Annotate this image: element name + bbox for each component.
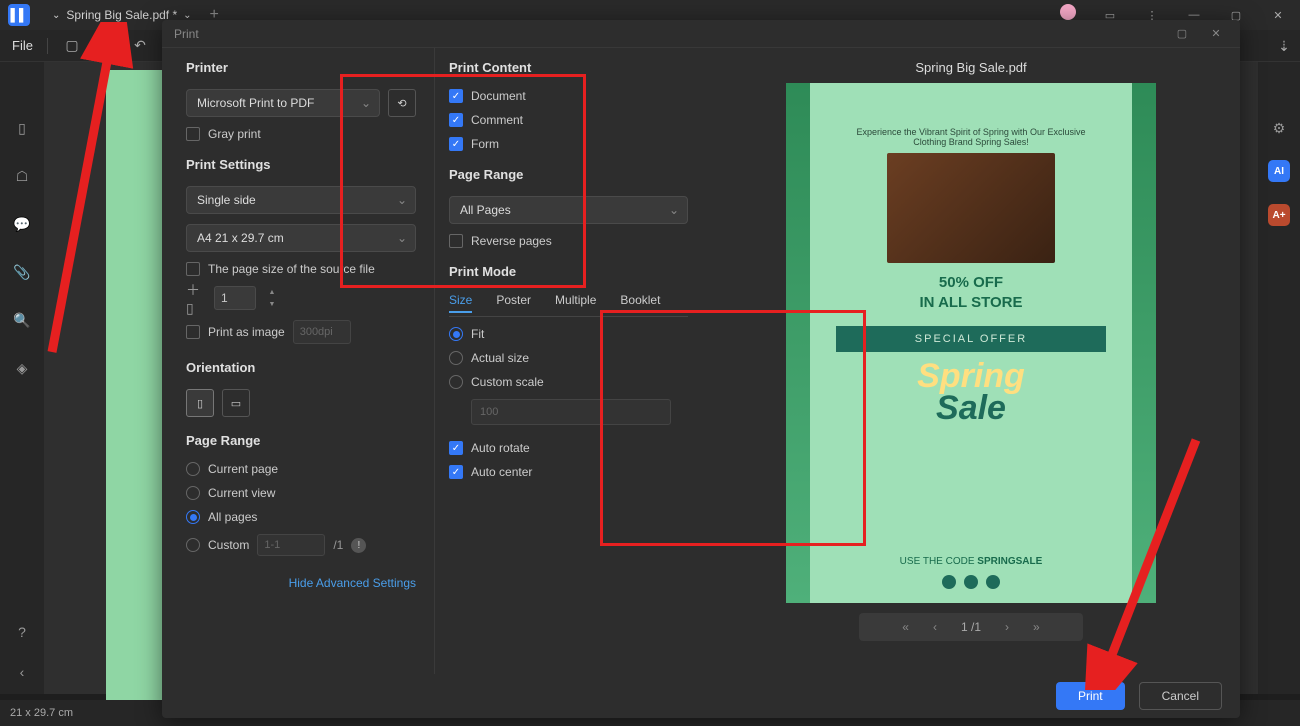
copies-icon: ＋▯: [186, 288, 206, 308]
document-icon[interactable]: ▯: [12, 118, 32, 138]
page-dimensions: 21 x 29.7 cm: [10, 707, 73, 719]
range-current-view-radio[interactable]: Current view: [186, 486, 416, 500]
dialog-maximize-button[interactable]: ▢: [1170, 24, 1194, 44]
properties-icon[interactable]: ⚙: [1269, 118, 1289, 138]
preview-offer-band: SPECIAL OFFER: [836, 326, 1106, 352]
copies-down-button[interactable]: ▼: [264, 298, 280, 310]
page-range-select[interactable]: All Pages: [449, 196, 688, 224]
preview-headline: Spring Sale: [917, 360, 1025, 425]
print-as-image-checkbox[interactable]: Print as image: [186, 325, 285, 339]
attachment-icon[interactable]: 📎: [12, 262, 32, 282]
twitter-icon: [986, 575, 1000, 589]
page-range-mid-title: Page Range: [449, 167, 688, 182]
mode-tab-size[interactable]: Size: [449, 293, 472, 313]
preview-page-nav: « ‹ 1 /1 › »: [859, 613, 1083, 641]
mode-tab-multiple[interactable]: Multiple: [555, 293, 596, 313]
preview-tagline: Experience the Vibrant Spirit of Spring …: [851, 127, 1091, 147]
collapse-icon[interactable]: ‹: [12, 662, 32, 682]
mode-fit-radio[interactable]: Fit: [449, 327, 688, 341]
layers-icon[interactable]: ◈: [12, 358, 32, 378]
auto-rotate-checkbox[interactable]: ✓Auto rotate: [449, 441, 688, 455]
print-settings-title: Print Settings: [186, 157, 416, 172]
nav-next-button[interactable]: ›: [1005, 620, 1009, 634]
right-rail: ⚙ AI A+: [1258, 62, 1300, 694]
print-preview-pane: Spring Big Sale.pdf Experience the Vibra…: [702, 48, 1240, 674]
ai-badge-icon[interactable]: AI: [1268, 160, 1290, 182]
chevron-down-icon: ⌄: [52, 10, 60, 21]
print-settings-left: Printer Microsoft Print to PDF ⟲ Gray pr…: [162, 48, 434, 674]
dialog-header: Print ▢ ✕: [162, 20, 1240, 48]
user-avatar[interactable]: [1060, 4, 1076, 20]
file-menu[interactable]: File: [12, 38, 33, 53]
facebook-icon: [964, 575, 978, 589]
help-icon[interactable]: ?: [12, 622, 32, 642]
save-icon[interactable]: ▢: [62, 36, 82, 56]
advanced-settings-link[interactable]: Hide Advanced Settings: [186, 576, 416, 590]
print-icon[interactable]: ⎙: [96, 36, 116, 56]
bookmark-icon[interactable]: ☖: [12, 166, 32, 186]
mode-tab-booklet[interactable]: Booklet: [620, 293, 660, 313]
auto-center-checkbox[interactable]: ✓Auto center: [449, 465, 688, 479]
undo-icon[interactable]: ↶: [130, 36, 150, 56]
cancel-button[interactable]: Cancel: [1139, 682, 1222, 710]
range-total: /1: [333, 538, 343, 552]
printer-properties-button[interactable]: ⟲: [388, 89, 416, 117]
orientation-landscape-button[interactable]: ▭: [222, 389, 250, 417]
range-custom-radio[interactable]: Custom: [186, 538, 249, 552]
print-dialog: Print ▢ ✕ Printer Microsoft Print to PDF…: [162, 20, 1240, 718]
page-range-left-title: Page Range: [186, 433, 416, 448]
comment-icon[interactable]: 💬: [12, 214, 32, 234]
gray-print-checkbox[interactable]: Gray print: [186, 127, 416, 141]
preview-filename: Spring Big Sale.pdf: [915, 60, 1026, 75]
nav-first-button[interactable]: «: [902, 620, 909, 634]
preview-code: USE THE CODE SPRINGSALE: [900, 556, 1043, 567]
source-size-checkbox[interactable]: The page size of the source file: [186, 262, 416, 276]
dialog-title: Print: [174, 27, 199, 41]
mode-actual-radio[interactable]: Actual size: [449, 351, 688, 365]
printer-section-title: Printer: [186, 60, 416, 75]
dialog-footer: Print Cancel: [162, 674, 1240, 718]
left-rail: ▯ ☖ 💬 📎 🔍 ◈ ? ‹: [0, 62, 44, 694]
instagram-icon: [942, 575, 956, 589]
printer-select[interactable]: Microsoft Print to PDF: [186, 89, 380, 117]
content-form-checkbox[interactable]: ✓Form: [449, 137, 688, 151]
preview-discount: 50% OFFIN ALL STORE: [919, 273, 1022, 312]
tab-filename: Spring Big Sale.pdf *: [66, 8, 177, 22]
range-custom-field[interactable]: 1-1: [257, 534, 325, 556]
search-icon[interactable]: 🔍: [12, 310, 32, 330]
preview-social-icons: [942, 575, 1000, 589]
print-settings-mid: Print Content ✓Document ✓Comment ✓Form P…: [434, 48, 702, 674]
copies-up-button[interactable]: ▲: [264, 286, 280, 298]
preview-hero-image: [887, 153, 1055, 263]
paper-size-select[interactable]: A4 21 x 29.7 cm: [186, 224, 416, 252]
range-help-icon[interactable]: !: [351, 538, 366, 553]
content-comment-checkbox[interactable]: ✓Comment: [449, 113, 688, 127]
range-all-pages-radio[interactable]: All pages: [186, 510, 416, 524]
custom-scale-field[interactable]: 100: [471, 399, 671, 425]
dpi-field[interactable]: 300dpi: [293, 320, 351, 344]
close-button[interactable]: ✕: [1264, 4, 1292, 26]
cloud-download-icon[interactable]: ⇣: [1274, 36, 1294, 56]
page-indicator: 1 /1: [961, 620, 981, 634]
nav-prev-button[interactable]: ‹: [933, 620, 937, 634]
print-button[interactable]: Print: [1056, 682, 1125, 710]
mode-tab-poster[interactable]: Poster: [496, 293, 531, 313]
orientation-title: Orientation: [186, 360, 416, 375]
print-mode-title: Print Mode: [449, 264, 688, 279]
preview-page: Experience the Vibrant Spirit of Spring …: [786, 83, 1156, 603]
a-plus-badge-icon[interactable]: A+: [1268, 204, 1290, 226]
reverse-pages-checkbox[interactable]: Reverse pages: [449, 234, 688, 248]
nav-last-button[interactable]: »: [1033, 620, 1040, 634]
copies-field[interactable]: 1: [214, 286, 256, 310]
mode-custom-radio[interactable]: Custom scale: [449, 375, 688, 389]
orientation-portrait-button[interactable]: ▯: [186, 389, 214, 417]
sides-select[interactable]: Single side: [186, 186, 416, 214]
app-logo: ▌▌: [8, 4, 30, 26]
chevron-down-icon: ⌄: [183, 10, 191, 21]
print-content-title: Print Content: [449, 60, 688, 75]
range-current-page-radio[interactable]: Current page: [186, 462, 416, 476]
content-document-checkbox[interactable]: ✓Document: [449, 89, 688, 103]
dialog-close-button[interactable]: ✕: [1204, 24, 1228, 44]
